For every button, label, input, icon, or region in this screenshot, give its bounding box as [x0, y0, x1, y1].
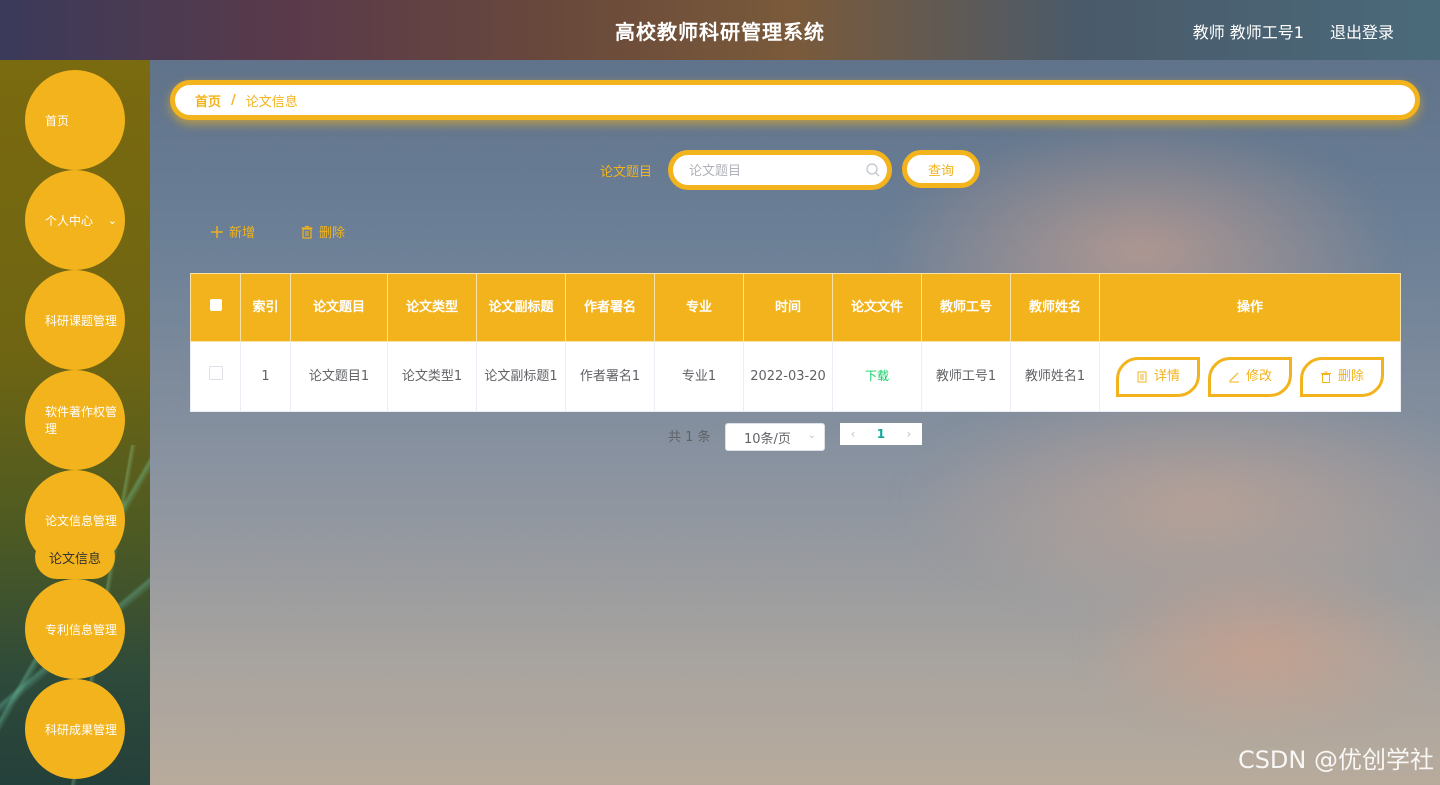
next-page-button[interactable]: › [906, 427, 911, 441]
page-size-value: 10条/页 [744, 431, 791, 447]
column-header: 论文题目 [290, 273, 388, 342]
watermark: CSDN @优创学社 [1237, 746, 1434, 774]
sidebar-subitem-paper-info[interactable]: 论文信息 [35, 535, 115, 579]
column-header: 论文类型 [387, 273, 477, 342]
cell-subtitle: 论文副标题1 [476, 341, 566, 412]
delete-button[interactable]: 删除 [1300, 356, 1384, 397]
pager: ‹ 1 › [840, 423, 922, 445]
query-button[interactable]: 查询 [902, 150, 980, 188]
sidebar-item-label: 科研课题管理 [45, 313, 118, 328]
chevron-down-icon: ⌄ [107, 214, 117, 227]
sidebar-item-label: 论文信息管理 [45, 513, 118, 528]
download-link[interactable]: 下载 [865, 369, 889, 383]
sidebar-item-research-projects[interactable]: 科研课题管理 [25, 270, 125, 370]
cell-file: 下载 [832, 341, 922, 412]
page-size-select[interactable]: 10条/页 ⌄ [725, 423, 825, 451]
edit-button-label: 修改 [1245, 368, 1272, 384]
sidebar-item-patent-management[interactable]: 专利信息管理 [25, 579, 125, 679]
column-header: 作者署名 [565, 273, 655, 342]
cell-operations: 详情 修改 删除 [1099, 341, 1401, 412]
trash-icon [1320, 371, 1331, 383]
column-header: 教师姓名 [1010, 273, 1100, 342]
column-header: 论文文件 [832, 273, 922, 342]
sidebar-item-research-results[interactable]: 科研成果管理 [25, 679, 125, 779]
batch-delete-label: 删除 [319, 226, 346, 241]
logout-link[interactable]: 退出登录 [1330, 19, 1394, 43]
current-user: 教师 教师工号1 [1192, 23, 1304, 42]
sidebar-item-home[interactable]: 首页 [25, 70, 125, 170]
breadcrumb-home[interactable]: 首页 [195, 91, 221, 110]
cell-time: 2022-03-20 [743, 341, 833, 412]
cell-major: 专业1 [654, 341, 744, 412]
row-checkbox[interactable] [208, 365, 223, 380]
chevron-down-icon: ⌄ [807, 430, 816, 441]
sidebar-item-label: 软件著作权管理 [45, 405, 118, 436]
breadcrumb-current: 论文信息 [245, 94, 298, 110]
column-header: 教师工号 [921, 273, 1011, 342]
cell-type: 论文类型1 [387, 341, 477, 412]
add-button[interactable]: 新增 [210, 222, 255, 241]
select-all-checkbox[interactable] [209, 298, 222, 311]
column-header: 论文副标题 [476, 273, 566, 342]
breadcrumb-separator: / [231, 92, 236, 108]
edit-icon [1228, 372, 1239, 382]
prev-page-button[interactable]: ‹ [851, 427, 856, 441]
cell-index: 1 [240, 341, 291, 412]
table-header-row: 索引 论文题目 论文类型 论文副标题 作者署名 专业 时间 论文文件 教师工号 … [190, 273, 1401, 342]
breadcrumb: 首页 / 论文信息 [170, 80, 1420, 120]
document-icon [1137, 371, 1147, 382]
column-header: 操作 [1099, 273, 1401, 342]
sidebar-item-label: 科研成果管理 [45, 722, 118, 737]
search-input[interactable] [687, 160, 861, 182]
row-select-cell [190, 341, 241, 412]
search-icon [866, 163, 880, 177]
column-header: 索引 [240, 273, 291, 342]
column-header: 时间 [743, 273, 833, 342]
delete-button-label: 删除 [1337, 368, 1364, 384]
cell-title: 论文题目1 [290, 341, 388, 412]
table-row: 1 论文题目1 论文类型1 论文副标题1 作者署名1 专业1 2022-03-2… [190, 341, 1401, 412]
plus-icon [211, 225, 223, 238]
sidebar: 首页 个人中心 ⌄ 科研课题管理 软件著作权管理 论文信息管理 论文信息 专利信… [0, 60, 150, 785]
column-header: 专业 [654, 273, 744, 342]
detail-button-label: 详情 [1153, 368, 1180, 384]
cell-teacher-id: 教师工号1 [921, 341, 1011, 412]
trash-icon [301, 225, 313, 239]
search-field [668, 150, 892, 190]
cell-author: 作者署名1 [565, 341, 655, 412]
pagination-total: 共 1 条 [668, 430, 711, 445]
paper-table: 索引 论文题目 论文类型 论文副标题 作者署名 专业 时间 论文文件 教师工号 … [190, 273, 1401, 412]
select-all-cell [190, 273, 241, 342]
edit-button[interactable]: 修改 [1208, 356, 1292, 397]
sidebar-item-software-copyright[interactable]: 软件著作权管理 [25, 370, 125, 470]
detail-button[interactable]: 详情 [1116, 356, 1200, 397]
cell-teacher-name: 教师姓名1 [1010, 341, 1100, 412]
add-button-label: 新增 [229, 226, 256, 241]
background-cloud [1080, 560, 1440, 740]
batch-delete-button[interactable]: 删除 [300, 222, 345, 241]
sidebar-item-label: 个人中心 [45, 213, 94, 228]
sidebar-item-personal-center[interactable]: 个人中心 ⌄ [25, 170, 125, 270]
search-label: 论文题目 [600, 165, 653, 180]
top-header: 高校教师科研管理系统 教师 教师工号1 退出登录 [0, 0, 1440, 60]
sidebar-item-label: 首页 [45, 113, 70, 128]
page-number-current[interactable]: 1 [877, 427, 885, 441]
sidebar-item-label: 专利信息管理 [45, 622, 118, 637]
